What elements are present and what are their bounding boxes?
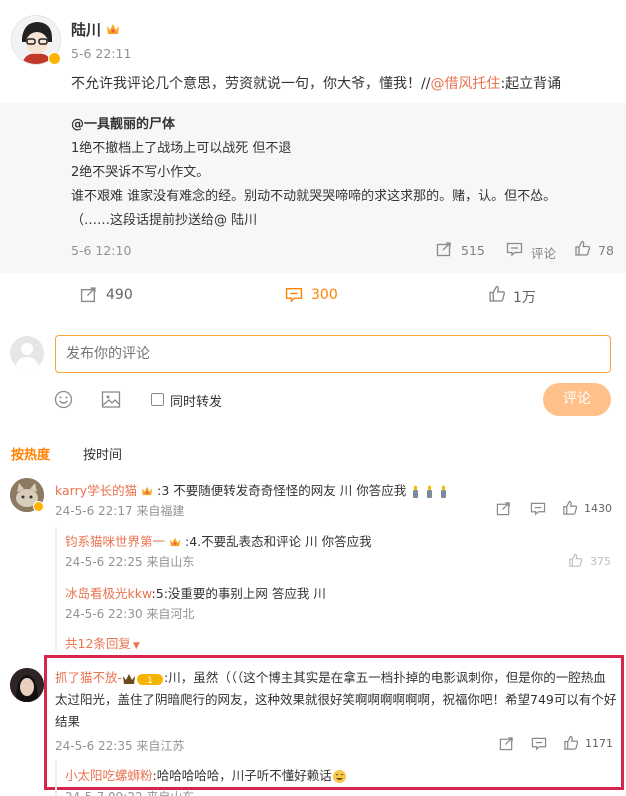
comment-like-count[interactable]: 1171 — [585, 737, 613, 750]
like-count[interactable]: 1万 — [513, 287, 536, 307]
laughing-emoji-icon — [332, 770, 346, 783]
comment-reply-icon[interactable] — [531, 736, 547, 751]
comment-body: :3 不要随便转发奇奇怪怪的网友 川 你答应我 — [157, 483, 407, 498]
repost-icon[interactable] — [80, 286, 97, 303]
svg-text:1: 1 — [147, 676, 153, 686]
comment-repost-icon[interactable] — [499, 736, 514, 751]
reply-text: 小太阳吃螺蛳粉:哈哈哈哈哈，川子听不懂好赖话 — [65, 765, 347, 784]
repost-checkbox[interactable] — [151, 393, 164, 406]
comment-icon[interactable] — [285, 286, 303, 303]
post-text-suffix: :起立背诵 — [500, 76, 562, 92]
repost-count[interactable]: 490 — [106, 287, 133, 303]
reply-meta: 24-5-6 22:30 来自河北 — [65, 607, 195, 621]
author-name[interactable]: 陆川 — [71, 19, 101, 40]
more-replies-link[interactable]: 共12条回复 ▼ — [65, 633, 140, 652]
comment-count[interactable]: 300 — [311, 287, 338, 303]
comment-text: 抓了猫不放- 1:川，虽然（（（这个博主其实是在拿五一档扑掉的电影讽刺你，但是你的… — [55, 667, 617, 733]
comment-username[interactable]: 抓了猫不放- — [55, 670, 122, 685]
quote-line-1: 1绝不撤档上了战场上可以战死 但不退 — [71, 141, 292, 156]
comment-like-icon[interactable] — [563, 735, 579, 751]
comment-like-count[interactable]: 1430 — [584, 502, 612, 515]
crown-icon — [107, 24, 119, 34]
reply-like-count[interactable]: 375 — [590, 555, 611, 568]
quote-author[interactable]: @一具靓丽的尸体 — [71, 113, 175, 132]
comment-text: karry学长的猫 :3 不要随便转发奇奇怪怪的网友 川 你答应我 — [55, 480, 450, 499]
emoji-icon[interactable] — [54, 390, 73, 409]
reply-text: 钧系猫咪世界第一 :4.不要乱表态和评论 川 你答应我 — [65, 531, 372, 550]
reply-body: :哈哈哈哈哈，川子听不懂好赖话 — [152, 768, 332, 783]
mention-link[interactable]: @借风托住 — [430, 76, 500, 92]
reply-username[interactable]: 冰岛看极光kkw — [65, 586, 152, 601]
comment-meta: 24-5-6 22:35 来自江苏 — [55, 739, 185, 753]
reply-username[interactable]: 小太阳吃螺蛳粉 — [65, 768, 153, 783]
tab-hot[interactable]: 按热度 — [11, 444, 50, 463]
quote-comment-label[interactable]: 评论 — [531, 243, 556, 262]
comment-input[interactable] — [55, 335, 611, 373]
comment-meta: 24-5-6 22:17 来自福建 — [55, 504, 185, 518]
reply-like-icon[interactable] — [568, 553, 583, 568]
caret-down-icon: ▼ — [132, 641, 140, 651]
crown-icon — [142, 486, 153, 496]
fan-badge-icon: 1 — [123, 673, 164, 686]
reply-username[interactable]: 钧系猫咪世界第一 — [65, 534, 165, 549]
reply-thread-line — [55, 760, 57, 796]
comment-repost-icon[interactable] — [496, 501, 511, 516]
submit-comment-button[interactable]: 评论 — [543, 383, 611, 416]
crown-icon — [169, 537, 181, 547]
commenter-avatar[interactable] — [10, 668, 44, 702]
comment-username[interactable]: karry学长的猫 — [55, 483, 137, 498]
image-icon[interactable] — [101, 390, 121, 409]
comment-like-icon[interactable] — [562, 500, 578, 516]
reply-text: 冰岛看极光kkw:5:没重要的事别上网 答应我 川 — [65, 583, 326, 602]
quote-like-icon[interactable] — [574, 240, 591, 257]
more-replies-label[interactable]: 共12条回复 — [65, 636, 131, 651]
quote-time[interactable]: 5-6 12:10 — [71, 243, 131, 258]
quote-repost-count[interactable]: 515 — [461, 243, 485, 258]
reply-body: :5:没重要的事别上网 答应我 川 — [151, 586, 326, 601]
reply-thread-line — [55, 527, 57, 651]
quote-line-2: 2绝不哭诉不写小作文。 — [71, 165, 210, 180]
tab-time[interactable]: 按时间 — [83, 444, 122, 463]
commenter-badge-icon — [33, 501, 44, 512]
verified-badge-icon — [48, 52, 61, 65]
quote-line-4: （……这段话提前抄送给@ 陆川 — [71, 213, 258, 228]
reply-body: :4.不要乱表态和评论 川 你答应我 — [184, 534, 372, 549]
comment-reply-icon[interactable] — [530, 501, 546, 516]
reply-meta-cut: 24-5-7 09:22 来自山东 — [65, 788, 194, 796]
quote-comment-icon[interactable] — [506, 241, 523, 257]
my-avatar — [10, 336, 44, 370]
reply-meta: 24-5-6 22:25 来自山东 — [65, 555, 195, 569]
post-time[interactable]: 5-6 22:11 — [71, 46, 131, 61]
candle-emoji-icon — [413, 485, 447, 498]
post-text-body: 不允许我评论几个意思，劳资就说一句，你大爷，懂我！// — [71, 76, 431, 92]
quote-repost-icon[interactable] — [436, 241, 452, 257]
quote-line-3: 谁不艰难 谁家没有难念的经。别动不动就哭哭啼啼的求这求那的。赌，认。但不怂。 — [71, 189, 557, 204]
like-icon[interactable] — [488, 285, 506, 303]
post-text: 不允许我评论几个意思，劳资就说一句，你大爷，懂我！//@借风托住:起立背诵 — [71, 73, 561, 93]
repost-checkbox-label[interactable]: 同时转发 — [170, 391, 222, 410]
quote-like-count[interactable]: 78 — [598, 243, 614, 258]
